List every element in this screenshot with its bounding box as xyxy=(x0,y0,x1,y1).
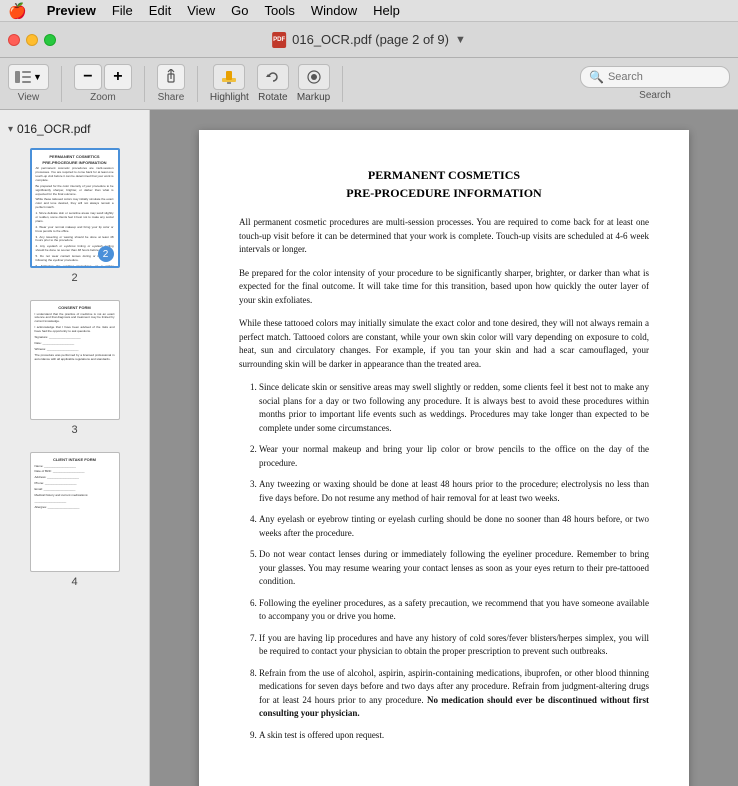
markup-button[interactable] xyxy=(298,64,330,90)
pdf-page: PERMANENT COSMETICS PRE-PROCEDURE INFORM… xyxy=(199,130,689,786)
apple-menu[interactable]: 🍎 xyxy=(8,2,27,20)
thumb-content-3: CONSENT FORM I understand that the pract… xyxy=(35,305,115,362)
share-label: Share xyxy=(158,92,185,103)
list-item-9: A skin test is offered upon request. xyxy=(259,729,649,743)
highlight-label: Highlight xyxy=(210,92,249,103)
pdf-paragraph-2: Be prepared for the color intensity of y… xyxy=(239,267,649,308)
separator-4 xyxy=(342,66,343,102)
highlight-button[interactable] xyxy=(213,64,245,90)
menu-tools[interactable]: Tools xyxy=(265,3,295,18)
list-item-4: Any eyelash or eyebrow tinting or eyelas… xyxy=(259,513,649,540)
menu-help[interactable]: Help xyxy=(373,3,400,18)
zoom-in-button[interactable]: + xyxy=(104,64,132,90)
app-name[interactable]: Preview xyxy=(47,3,96,18)
pdf-title: PERMANENT COSMETICS PRE-PROCEDURE INFORM… xyxy=(239,166,649,202)
thumb-content-4: CLIENT INTAKE FORM Name: _______________… xyxy=(35,457,115,510)
view-group: ▼ View xyxy=(8,64,49,103)
title-bar: PDF 016_OCR.pdf (page 2 of 9) ▼ xyxy=(0,22,738,58)
sidebar-chevron-icon: ▾ xyxy=(8,124,13,135)
page-badge-2: 2 xyxy=(98,246,114,262)
pdf-list: Since delicate skin or sensitive areas m… xyxy=(259,381,649,742)
window-controls xyxy=(8,34,56,46)
pdf-icon: PDF xyxy=(272,32,286,48)
search-label: Search xyxy=(639,90,671,101)
sidebar: ▾ 016_OCR.pdf PERMANENT COSMETICSPRE-PRO… xyxy=(0,110,150,786)
rotate-label: Rotate xyxy=(258,92,287,103)
minimize-button[interactable] xyxy=(26,34,38,46)
pdf-body: All permanent cosmetic procedures are mu… xyxy=(239,216,649,742)
view-label: View xyxy=(18,92,40,103)
list-item-3: Any tweezing or waxing should be done at… xyxy=(259,478,649,505)
menu-bar: 🍎 Preview File Edit View Go Tools Window… xyxy=(0,0,738,22)
list-item-2: Wear your normal makeup and bring your l… xyxy=(259,443,649,470)
toolbar: ▼ View − + Zoom Share xyxy=(0,58,738,110)
list-item-1: Since delicate skin or sensitive areas m… xyxy=(259,381,649,435)
thumbnail-page-3[interactable]: CONSENT FORM I understand that the pract… xyxy=(0,292,149,444)
highlight-group: Highlight xyxy=(210,64,249,103)
list-item-7: If you are having lip procedures and hav… xyxy=(259,632,649,659)
thumb-frame-2: PERMANENT COSMETICSPRE-PROCEDURE INFORMA… xyxy=(30,148,120,268)
rotate-button[interactable] xyxy=(257,64,289,90)
zoom-group: − + Zoom xyxy=(74,64,132,103)
menu-file[interactable]: File xyxy=(112,3,133,18)
sidebar-toggle-button[interactable]: ▼ xyxy=(8,64,49,90)
search-input-wrap[interactable]: 🔍 xyxy=(580,66,730,88)
title-center: PDF 016_OCR.pdf (page 2 of 9) ▼ xyxy=(272,32,466,48)
separator-1 xyxy=(61,66,62,102)
thumb-frame-3: CONSENT FORM I understand that the pract… xyxy=(30,300,120,420)
menu-edit[interactable]: Edit xyxy=(149,3,171,18)
sidebar-filename: 016_OCR.pdf xyxy=(17,122,90,136)
menu-go[interactable]: Go xyxy=(231,3,248,18)
search-group: 🔍 Search xyxy=(580,66,730,101)
title-dropdown-arrow[interactable]: ▼ xyxy=(455,34,466,46)
thumb-num-4: 4 xyxy=(71,576,77,588)
list-item-6: Following the eyeliner procedures, as a … xyxy=(259,597,649,624)
menu-window[interactable]: Window xyxy=(311,3,357,18)
list-item-8: Refrain from the use of alcohol, aspirin… xyxy=(259,667,649,721)
markup-group: Markup xyxy=(297,64,330,103)
list-item-5: Do not wear contact lenses during or imm… xyxy=(259,548,649,589)
search-icon: 🔍 xyxy=(589,70,604,84)
separator-2 xyxy=(144,66,145,102)
main-area: ▾ 016_OCR.pdf PERMANENT COSMETICSPRE-PRO… xyxy=(0,110,738,786)
search-input[interactable] xyxy=(608,71,721,83)
pdf-paragraph-3: While these tattooed colors may initiall… xyxy=(239,317,649,371)
close-button[interactable] xyxy=(8,34,20,46)
thumbnail-page-4[interactable]: CLIENT INTAKE FORM Name: _______________… xyxy=(0,444,149,596)
zoom-label: Zoom xyxy=(90,92,116,103)
pdf-paragraph-1: All permanent cosmetic procedures are mu… xyxy=(239,216,649,257)
share-button[interactable] xyxy=(157,64,185,90)
sidebar-header[interactable]: ▾ 016_OCR.pdf xyxy=(0,118,149,140)
thumb-frame-4: CLIENT INTAKE FORM Name: _______________… xyxy=(30,452,120,572)
fullscreen-button[interactable] xyxy=(44,34,56,46)
window-title: 016_OCR.pdf (page 2 of 9) xyxy=(292,32,449,47)
separator-3 xyxy=(197,66,198,102)
thumb-num-3: 3 xyxy=(71,424,77,436)
zoom-out-button[interactable]: − xyxy=(74,64,102,90)
thumb-num-2: 2 xyxy=(71,272,77,284)
rotate-group: Rotate xyxy=(257,64,289,103)
pdf-view-area[interactable]: PERMANENT COSMETICS PRE-PROCEDURE INFORM… xyxy=(150,110,738,786)
list-item-8-bold: No medication should ever be discontinue… xyxy=(259,695,649,719)
share-group: Share xyxy=(157,64,185,103)
thumbnail-page-2[interactable]: PERMANENT COSMETICSPRE-PROCEDURE INFORMA… xyxy=(0,140,149,292)
markup-label: Markup xyxy=(297,92,330,103)
menu-view[interactable]: View xyxy=(187,3,215,18)
